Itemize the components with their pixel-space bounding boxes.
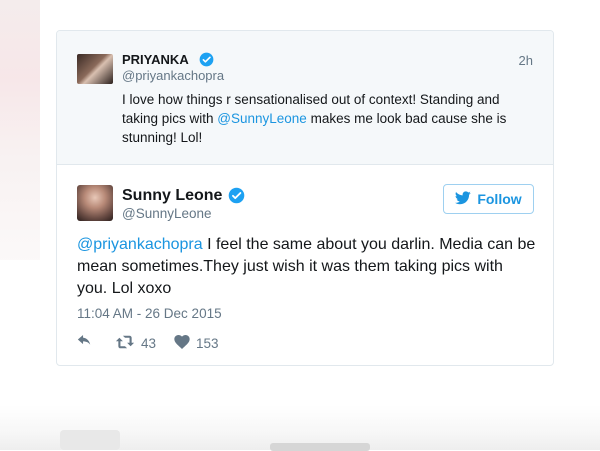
like-button[interactable]: 153 [174, 334, 219, 352]
author-handle[interactable]: @SunnyLeone [122, 206, 212, 221]
reply-button[interactable] [77, 335, 93, 351]
embedded-tweet-card: PRIYANKA @priyankachopra 2h I love how t… [56, 30, 554, 366]
retweet-count: 43 [141, 335, 157, 351]
mention-link-priyankachopra[interactable]: @priyankachopra [77, 236, 203, 253]
mention-link-sunnyleone[interactable]: @SunnyLeone [217, 111, 307, 126]
author-avatar[interactable] [77, 185, 113, 221]
follow-label: Follow [477, 191, 522, 207]
follow-button[interactable]: Follow [443, 184, 534, 214]
background-photo-strip [0, 0, 40, 260]
reply-icon [77, 335, 93, 351]
like-count: 153 [196, 335, 219, 351]
retweet-icon [115, 335, 135, 352]
retweet-button[interactable]: 43 [115, 335, 156, 352]
quoted-author-handle[interactable]: @priyankachopra [122, 68, 224, 83]
background-bottom-content [0, 405, 600, 451]
quoted-author-name[interactable]: PRIYANKA [122, 52, 189, 67]
quoted-timestamp[interactable]: 2h [519, 53, 533, 68]
verified-badge-icon [228, 187, 245, 209]
quoted-avatar[interactable] [77, 54, 113, 84]
quoted-tweet-text: I love how things r sensationalised out … [122, 90, 532, 147]
twitter-bird-icon [455, 190, 472, 208]
tweet-actions: 43 153 [77, 333, 219, 353]
tweet-text: @priyankachopra I feel the same about yo… [77, 234, 537, 300]
background-blur-block [60, 430, 120, 450]
heart-icon [174, 334, 190, 352]
quoted-tweet[interactable]: PRIYANKA @priyankachopra 2h I love how t… [57, 31, 553, 165]
tweet-timestamp[interactable]: 11:04 AM - 26 Dec 2015 [77, 306, 222, 321]
author-name[interactable]: Sunny Leone [122, 187, 222, 205]
